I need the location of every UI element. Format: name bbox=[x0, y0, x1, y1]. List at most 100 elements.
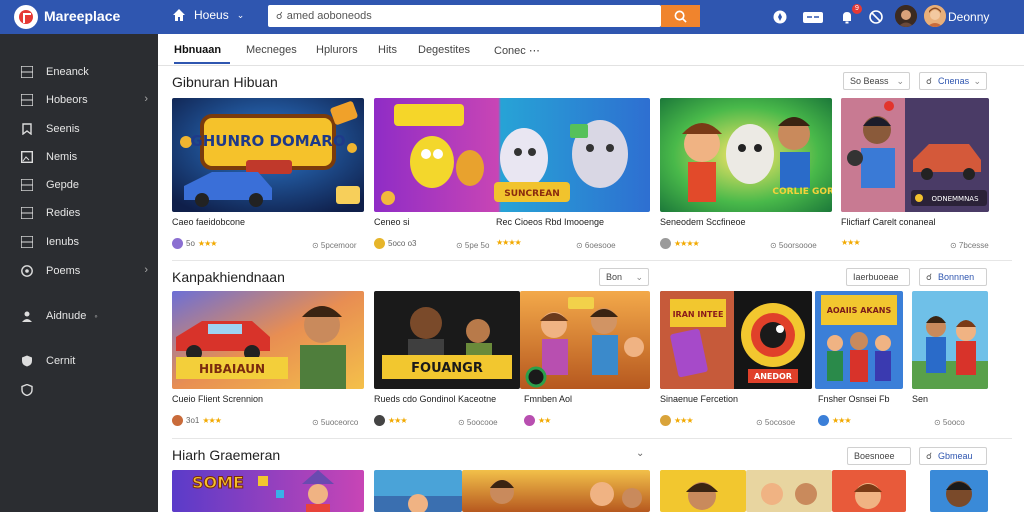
user-avatar[interactable] bbox=[924, 5, 946, 27]
game-card-thumbnail[interactable]: AOAIIS AKANS bbox=[815, 291, 903, 389]
game-card-thumbnail[interactable] bbox=[462, 470, 650, 512]
search-icon: ☌ bbox=[926, 450, 933, 461]
game-title[interactable]: Sinaenue Fercetion bbox=[660, 394, 738, 404]
game-price: ⊙ 5oocooe bbox=[458, 418, 498, 427]
game-card-thumbnail[interactable] bbox=[520, 291, 650, 389]
notification-badge: 9 bbox=[852, 4, 862, 14]
category-select[interactable]: ☌ Gbmeau bbox=[919, 447, 987, 465]
sidebar-item-1[interactable]: Eneanck bbox=[20, 62, 150, 82]
game-card-thumbnail[interactable]: SUNCREAN bbox=[374, 98, 650, 212]
sidebar-item-3[interactable]: Seenis bbox=[20, 119, 150, 139]
sidebar-item-10[interactable]: Cernit bbox=[20, 351, 150, 371]
filter-select[interactable]: So Beass ⌄ bbox=[843, 72, 910, 90]
brand-name[interactable]: Mareeplace bbox=[44, 8, 120, 24]
game-rating: 3o1 ★★★ bbox=[172, 415, 222, 426]
messages-icon[interactable] bbox=[802, 9, 824, 25]
sidebar-item-label: Poems bbox=[46, 265, 81, 277]
sidebar-item-label: Redies bbox=[46, 207, 81, 219]
game-card-thumbnail[interactable] bbox=[832, 470, 906, 512]
game-title[interactable]: Ceneo si bbox=[374, 217, 410, 227]
sidebar-item-2[interactable]: Hobeors › bbox=[20, 90, 150, 110]
card-art-text: AOAIIS AKANS bbox=[827, 306, 892, 315]
game-price: ⊙ 7bcesse bbox=[950, 241, 989, 250]
search-button[interactable] bbox=[661, 5, 700, 27]
game-card-thumbnail[interactable]: IRAN INTEE ANEDOR bbox=[660, 291, 812, 389]
tab-3[interactable]: Hplurors bbox=[316, 44, 358, 56]
section-divider bbox=[172, 438, 1012, 439]
game-card-thumbnail[interactable]: HIBAIAUN bbox=[172, 291, 364, 389]
game-card-thumbnail[interactable] bbox=[930, 470, 988, 512]
tab-6[interactable]: Conec ⋯ bbox=[494, 44, 540, 57]
tab-5[interactable]: Degestites bbox=[418, 44, 470, 56]
section-title: Hiarh Graemeran bbox=[172, 447, 281, 463]
game-card-thumbnail[interactable]: SOME bbox=[172, 470, 364, 512]
game-meta: 5o bbox=[186, 239, 195, 248]
game-card-thumbnail[interactable] bbox=[746, 470, 832, 512]
chevron-down-icon: ⌄ bbox=[635, 272, 643, 282]
game-card-thumbnail[interactable] bbox=[374, 470, 462, 512]
search-input[interactable]: ☌ amed aoboneods bbox=[268, 5, 661, 27]
sidebar-item-8[interactable]: Poems › bbox=[20, 261, 150, 281]
card-art-text: IRAN INTEE bbox=[673, 310, 724, 319]
star-rating-icon: ★★★ bbox=[674, 416, 693, 425]
game-title[interactable]: Rueds cdo Gondinol Kaceotne bbox=[374, 394, 496, 404]
block-icon[interactable] bbox=[868, 9, 884, 25]
card-art-text: HIBAIAUN bbox=[199, 362, 265, 376]
avatar[interactable] bbox=[895, 5, 917, 27]
tab-4[interactable]: Hits bbox=[378, 44, 397, 56]
game-title[interactable]: Caeo faeidobcone bbox=[172, 217, 245, 227]
compass-icon[interactable] bbox=[772, 9, 788, 25]
search-icon: ☌ bbox=[926, 75, 933, 86]
shield-icon bbox=[20, 354, 34, 368]
game-price: ⊙ 5ocosoe bbox=[756, 418, 796, 427]
game-title[interactable]: Seneodem Sccfineoe bbox=[660, 217, 746, 227]
game-card-thumbnail[interactable]: ODNEMMNAS bbox=[841, 98, 989, 212]
game-title[interactable]: Fnsher Osnsei Fb bbox=[818, 394, 890, 404]
game-price: ⊙ 6oesooe bbox=[576, 241, 616, 250]
category-select[interactable]: ☌ Cnenas ⌄ bbox=[919, 72, 987, 90]
bookmark-icon bbox=[20, 122, 34, 136]
home-label: Hoeus bbox=[194, 8, 229, 22]
sidebar-item-7[interactable]: Ienubs bbox=[20, 232, 150, 252]
category-select[interactable]: ☌ Bonnnen bbox=[919, 268, 987, 286]
sort-select-value: Iaerbuoeae bbox=[853, 272, 899, 282]
sidebar-item-label: Gepde bbox=[46, 179, 80, 191]
game-card-thumbnail[interactable]: GHUNRO DOMARO bbox=[172, 98, 364, 212]
game-title[interactable]: Rec Cioeos Rbd Imooenge bbox=[496, 217, 604, 227]
game-card-thumbnail[interactable] bbox=[660, 470, 746, 512]
app-logo-icon[interactable] bbox=[14, 5, 38, 29]
game-title[interactable]: Sen bbox=[912, 394, 928, 404]
category-tabs: Hbnuaan Mecneges Hplurors Hits Degestite… bbox=[158, 34, 1024, 66]
game-meta: 5oco o3 bbox=[388, 239, 417, 248]
sidebar-item-5[interactable]: Gepde bbox=[20, 175, 150, 195]
game-title[interactable]: Flicfiarf Carelt conaneal bbox=[841, 217, 936, 227]
game-rating: ★★ bbox=[524, 415, 551, 426]
game-rating: ★★★★ bbox=[496, 238, 522, 247]
tab-1[interactable]: Hbnuaan bbox=[174, 44, 221, 56]
category-select-value: Gbmeau bbox=[938, 451, 973, 461]
card-art-text: GHUNRO DOMARO bbox=[190, 132, 345, 150]
sidebar-item-4[interactable]: Nemis bbox=[20, 147, 150, 167]
username[interactable]: Deonny bbox=[948, 10, 989, 24]
sidebar-item-11[interactable] bbox=[20, 380, 150, 400]
sidebar-item-9[interactable]: Aidnude ◦ bbox=[20, 306, 150, 326]
tab-2[interactable]: Mecneges bbox=[246, 44, 297, 56]
sort-select[interactable]: Boesnoee bbox=[847, 447, 911, 465]
game-card-thumbnail[interactable]: CORLIE GORDE bbox=[660, 98, 832, 212]
chevron-right-icon: › bbox=[144, 93, 148, 105]
sidebar-item-6[interactable]: Redies bbox=[20, 203, 150, 223]
game-title[interactable]: Fmnben Aol bbox=[524, 394, 572, 404]
game-icon bbox=[524, 415, 535, 426]
game-rating: ★★★ bbox=[841, 238, 860, 247]
grid-icon bbox=[20, 206, 34, 220]
sort-select[interactable]: Iaerbuoeae bbox=[846, 268, 910, 286]
game-rating: ★★★ bbox=[660, 415, 693, 426]
game-card-thumbnail[interactable] bbox=[912, 291, 988, 389]
grid-icon bbox=[20, 235, 34, 249]
globe-icon bbox=[20, 264, 34, 278]
home-menu-button[interactable]: Hoeus ⌄ bbox=[172, 8, 244, 22]
game-card-thumbnail[interactable]: FOUANGR bbox=[374, 291, 520, 389]
game-title[interactable]: Cueio Flient Scrennion bbox=[172, 394, 263, 404]
chevron-down-icon[interactable]: ⌄ bbox=[636, 448, 644, 459]
filter-select[interactable]: Bon ⌄ bbox=[599, 268, 649, 286]
